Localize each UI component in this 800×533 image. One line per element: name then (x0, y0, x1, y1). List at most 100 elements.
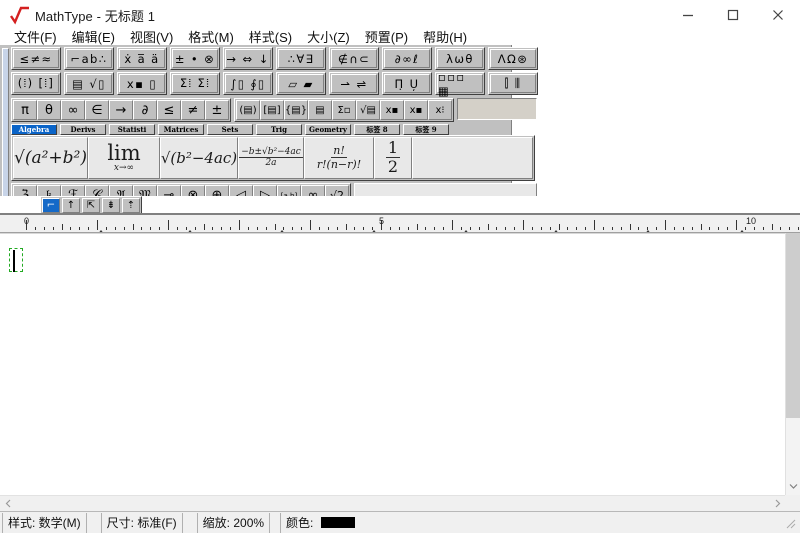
theta-symbol-button[interactable]: θ (37, 100, 61, 120)
status-zoom[interactable]: 缩放: 200% (197, 513, 270, 533)
one-half-fraction-button[interactable]: 1 2 (374, 137, 412, 179)
window-title: MathType - 无标题 1 (35, 6, 155, 25)
symbol-toolbar-row-2: (⦙) [⦙] ▤ √▯ x▪ ▯ Σ⦙ Σ⦙ ∫▯ ∮▯ ▱ ▰ ⇀ ⇌ Π̣… (11, 72, 541, 95)
ruler-label-0: 0 (24, 216, 29, 226)
ruler-tick (346, 224, 347, 230)
toolbar-drag-gutter[interactable] (2, 48, 9, 201)
ruler-tick (754, 227, 755, 230)
radical-template-button[interactable]: √▤ (356, 100, 380, 120)
status-style[interactable]: 样式: 数学(M) (2, 513, 87, 533)
combination-denominator: r!(n−r)! (315, 158, 363, 171)
embellishments-palette-button[interactable]: ẋ a̅ ä (119, 49, 165, 68)
ruler-tick (709, 227, 710, 230)
close-button[interactable] (755, 0, 800, 30)
stacked-fraction-template-button[interactable]: ▤ (308, 100, 332, 120)
arrows-palette-button[interactable]: → ⇔ ↓ (225, 49, 271, 68)
logical-palette-button[interactable]: ∴∀∃ (278, 49, 324, 68)
resize-grip-icon[interactable] (786, 519, 798, 531)
tab-label-8[interactable]: 标签 8 (354, 124, 400, 135)
summation-symbol-template-button[interactable]: Σ▫ (332, 100, 356, 120)
chevron-left-icon[interactable] (0, 496, 16, 511)
infinity-symbol-button[interactable]: ∞ (61, 100, 85, 120)
ruler-tick (630, 224, 631, 230)
relations-palette-button[interactable]: ≤≠≈ (13, 49, 59, 68)
chevron-right-icon[interactable] (769, 496, 785, 511)
one-half-denominator: 2 (386, 158, 400, 176)
limit-subscript: x→∞ (114, 164, 134, 173)
combination-formula-button[interactable]: n! r!(n−r)! (304, 137, 374, 179)
subscript-superscript-template-button[interactable]: x▪ ▯ (119, 74, 165, 93)
tab-align-center-button[interactable]: ↑ (62, 198, 80, 213)
tab-trig[interactable]: Trig (256, 124, 302, 135)
element-of-symbol-button[interactable]: ∈ (85, 100, 109, 120)
set-theory-palette-button[interactable]: ∉∩⊂ (331, 49, 377, 68)
tab-align-right-button[interactable]: ⇱ (82, 198, 100, 213)
subsuperscript-template-button[interactable]: x⁝ (428, 100, 452, 120)
maximize-button[interactable] (710, 0, 755, 30)
summation-template-button[interactable]: Σ⦙ Σ⦙ (172, 74, 218, 93)
square-fence-template-button[interactable]: [▤] (260, 100, 284, 120)
tab-derivs[interactable]: Derivs (60, 124, 106, 135)
ruler-tick (763, 227, 764, 230)
vertical-scrollbar[interactable] (785, 233, 800, 495)
not-equal-symbol-button[interactable]: ≠ (181, 100, 205, 120)
status-color-swatch[interactable] (321, 517, 355, 528)
ruler-tick (97, 220, 98, 230)
minimize-button[interactable] (665, 0, 710, 30)
greek-uppercase-palette-button[interactable]: ΛΩ⊛ (490, 49, 536, 68)
small-symbol-row: π θ ∞ ∈ → ∂ ≤ ≠ ± (▤) [▤] {▤} ▤ Σ▫ √▤ (11, 98, 541, 122)
tab-label-9[interactable]: 标签 9 (403, 124, 449, 135)
fraction-radical-template-button[interactable]: ▤ √▯ (66, 74, 112, 93)
superscript-template-button[interactable]: x▪ (380, 100, 404, 120)
ruler[interactable]: 0 5 10 (0, 213, 800, 233)
spaces-dots-palette-button[interactable]: ⌐ab∴ (66, 49, 112, 68)
tab-align-decimal-button[interactable]: ⇟ (102, 198, 120, 213)
ruler-tick (425, 227, 426, 230)
operators-palette-button[interactable]: ± • ⊗ (172, 49, 218, 68)
horizontal-scrollbar[interactable] (0, 495, 800, 511)
ruler-tick (257, 227, 258, 230)
status-size[interactable]: 尺寸: 标准(F) (101, 513, 183, 533)
mathtype-window: MathType - 无标题 1 文件(F) 编辑(E) 视图(V) 格式(M)… (0, 0, 800, 533)
empty-equation-slot[interactable] (9, 248, 23, 272)
quadratic-formula-button[interactable]: −b±√b²−4ac 2a (238, 137, 304, 179)
partial-derivative-symbol-button[interactable]: ∂ (133, 100, 157, 120)
limit-template-button[interactable]: lim x→∞ (88, 137, 160, 179)
round-fence-template-button[interactable]: (▤) (236, 100, 260, 120)
bracket-matrix-template-button[interactable]: ⫿ ⫼ (490, 74, 536, 93)
ruler-tick (88, 227, 89, 230)
tab-sets[interactable]: Sets (207, 124, 253, 135)
tab-geometry[interactable]: Geometry (305, 124, 351, 135)
tab-statistics[interactable]: Statisti (109, 124, 155, 135)
matrix-template-button[interactable]: ▫▫▫ ▦ (437, 74, 483, 93)
ruler-label-10: 10 (746, 216, 756, 226)
ruler-ticks (0, 215, 800, 233)
equation-edit-area[interactable] (0, 233, 785, 495)
underbar-overbar-template-button[interactable]: ▱ ▰ (278, 74, 324, 93)
tab-algebra[interactable]: Algebra (11, 124, 57, 135)
brace-fence-template-button[interactable]: {▤} (284, 100, 308, 120)
chevron-down-icon[interactable] (786, 478, 800, 495)
fences-template-button[interactable]: (⦙) [⦙] (13, 74, 59, 93)
miscellaneous-palette-button[interactable]: ∂∞ℓ (384, 49, 430, 68)
ruler-tick (275, 224, 276, 230)
vertical-scrollbar-thumb[interactable] (786, 233, 800, 418)
labeled-arrow-template-button[interactable]: ⇀ ⇌ (331, 74, 377, 93)
ruler-tick (212, 227, 213, 230)
ruler-tick (44, 227, 45, 230)
ruler-tick (798, 227, 799, 230)
tab-align-relation-button[interactable]: ⇡ (122, 198, 140, 213)
less-or-equal-symbol-button[interactable]: ≤ (157, 100, 181, 120)
product-set-template-button[interactable]: Π̣ U̦ (384, 74, 430, 93)
integral-template-button[interactable]: ∫▯ ∮▯ (225, 74, 271, 93)
pi-symbol-button[interactable]: π (13, 100, 37, 120)
right-arrow-symbol-button[interactable]: → (109, 100, 133, 120)
ruler-tick (532, 227, 533, 230)
subscript-template-button[interactable]: x▪ (404, 100, 428, 120)
greek-lowercase-palette-button[interactable]: λωθ (437, 49, 483, 68)
plus-minus-symbol-button[interactable]: ± (205, 100, 229, 120)
tab-align-left-button[interactable]: ⌐ (42, 198, 60, 213)
tab-matrices[interactable]: Matrices (158, 124, 204, 135)
sqrt-a2-plus-b2-button[interactable]: √(a²+b²) (13, 137, 88, 179)
discriminant-radical-button[interactable]: √(b²−4ac) (160, 137, 238, 179)
